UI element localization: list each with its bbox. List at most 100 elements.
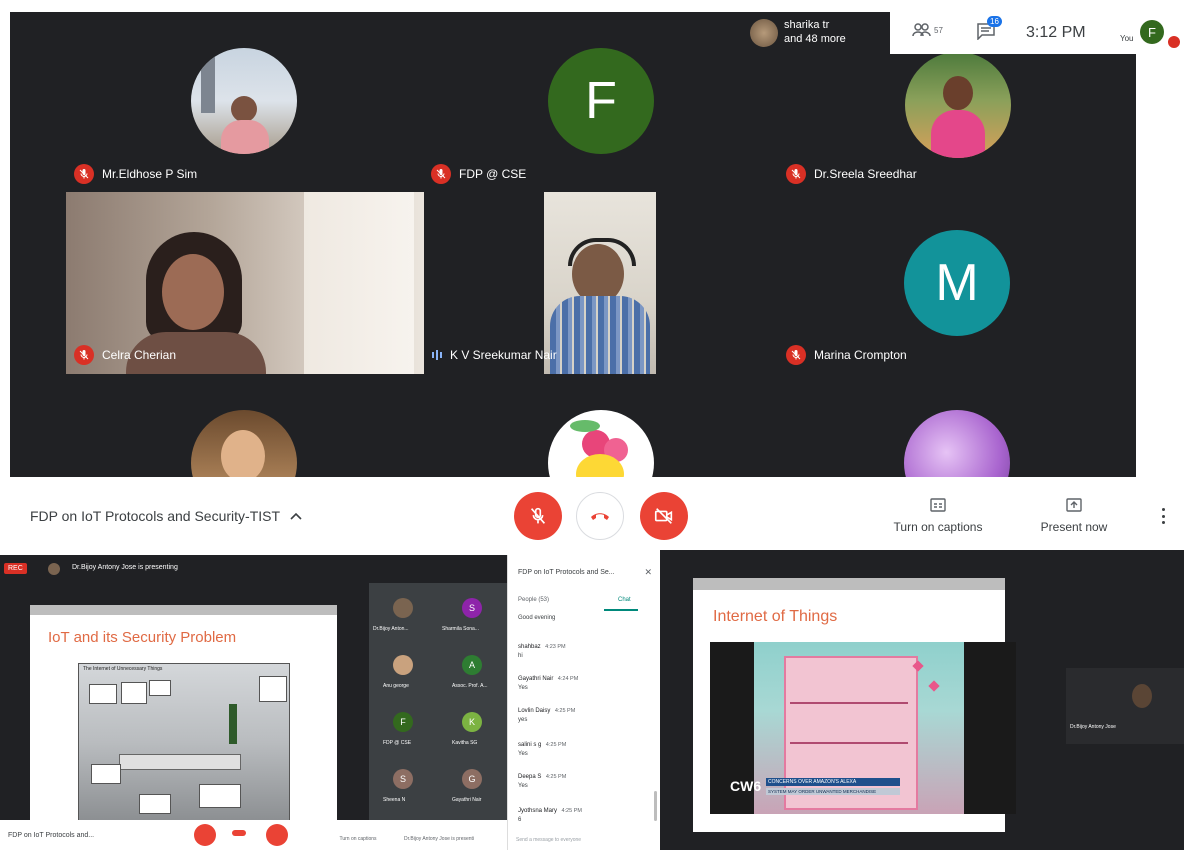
mini-camera-button[interactable] bbox=[266, 824, 288, 846]
top-right-status-bar: sharika tr and 48 more 57 16 3:12 PM You… bbox=[742, 12, 1184, 54]
chat-scrollbar[interactable] bbox=[654, 791, 657, 821]
chat-message: Gayathri Nair 4:24 PM Yes bbox=[518, 676, 579, 691]
close-icon[interactable]: ✕ bbox=[644, 567, 652, 578]
side-participant[interactable]: A Assoc. Prof. A... bbox=[438, 647, 507, 702]
side-participant[interactable]: F FDP @ CSE bbox=[369, 704, 438, 759]
avatar bbox=[1132, 684, 1152, 708]
speaking-indicator-icon bbox=[432, 350, 442, 360]
mini-meeting-title[interactable]: FDP on IoT Protocols and... bbox=[8, 832, 94, 839]
turn-on-camera-button[interactable] bbox=[640, 492, 688, 540]
participant-tile[interactable]: F FDP @ CSE bbox=[425, 12, 780, 192]
avatar: A bbox=[462, 655, 482, 675]
meeting-video-grid: Mr.Eldhose P Sim F FDP @ CSE Dr.Sreela S… bbox=[10, 12, 1136, 477]
participant-tile[interactable]: Mr.Eldhose P Sim bbox=[70, 12, 425, 192]
side-participant[interactable]: S Sheena N bbox=[369, 761, 438, 816]
avatar bbox=[393, 655, 413, 675]
tab-chat[interactable]: Chat bbox=[618, 597, 631, 603]
slide-title: Internet of Things bbox=[713, 608, 838, 625]
side-participant[interactable]: Anu george bbox=[369, 647, 438, 702]
side-participant-list: Dr.Bijoy Anton... S Sharmila Sona... Anu… bbox=[369, 590, 507, 820]
avatar: F bbox=[393, 712, 413, 732]
participant-name-row: Celra Cherian bbox=[74, 345, 176, 365]
mic-off-icon bbox=[786, 164, 806, 184]
mini-leave-call-button[interactable] bbox=[232, 830, 246, 836]
self-mic-off-icon bbox=[1168, 36, 1180, 48]
chat-badge: 16 bbox=[987, 16, 1002, 27]
side-participant-name: Gayathri Nair bbox=[452, 797, 482, 803]
avatar bbox=[393, 598, 413, 618]
slide-caption: The Internet of Unnecessary Things bbox=[83, 666, 163, 672]
participant-name: Marina Crompton bbox=[814, 348, 907, 362]
meeting-details-button[interactable]: FDP on IoT Protocols and Security-TIST bbox=[30, 508, 302, 524]
avatar: K bbox=[462, 712, 482, 732]
side-participant[interactable]: S Sharmila Sona... bbox=[438, 590, 507, 645]
hang-up-icon bbox=[591, 513, 609, 520]
side-participant[interactable]: Dr.Bijoy Anton... bbox=[369, 590, 438, 645]
recording-badge: REC bbox=[4, 563, 27, 574]
mini-present-label[interactable]: Dr.Bijoy Antony Jose is presenting bbox=[404, 836, 474, 842]
mini-unmute-button[interactable] bbox=[194, 824, 216, 846]
presentation-screenshot-2: Internet of Things CW6 CONCERNS OVER AMA… bbox=[660, 550, 1184, 850]
chat-input[interactable]: Send a message to everyone bbox=[516, 837, 581, 843]
chat-message: Jyothsna Mary 4:25 PM 6 bbox=[518, 808, 582, 823]
mic-off-icon bbox=[74, 164, 94, 184]
mini-captions-label[interactable]: Turn on captions bbox=[334, 836, 382, 842]
people-icon bbox=[912, 23, 931, 37]
more-options-button[interactable] bbox=[1160, 508, 1166, 524]
unmute-button[interactable] bbox=[514, 492, 562, 540]
participant-name: Dr.Sreela Sreedhar bbox=[814, 167, 917, 181]
presenting-text: Dr.Bijoy Antony Jose is presenting bbox=[72, 564, 178, 571]
participant-name: K V Sreekumar Nair bbox=[450, 348, 557, 362]
participant-avatar[interactable] bbox=[191, 410, 297, 477]
chat-message: salini s g 4:25 PM Yes bbox=[518, 742, 567, 757]
tab-people[interactable]: People (53) bbox=[518, 597, 549, 603]
side-participant-name: Sharmila Sona... bbox=[442, 626, 479, 632]
participant-name-row: K V Sreekumar Nair bbox=[432, 348, 557, 362]
side-participant-name: Kavitha SG bbox=[452, 740, 478, 746]
avatar: S bbox=[393, 769, 413, 789]
leave-call-button[interactable] bbox=[576, 492, 624, 540]
meeting-control-bar: FDP on IoT Protocols and Security-TIST T… bbox=[10, 480, 1184, 558]
participant-name-row: Dr.Sreela Sreedhar bbox=[786, 164, 917, 184]
side-participant-name: Dr.Bijoy Anton... bbox=[373, 626, 409, 632]
participant-avatar bbox=[191, 48, 297, 154]
chat-button[interactable]: 16 bbox=[976, 16, 1002, 45]
presenter-name: Dr.Bijoy Antony Jose bbox=[1070, 724, 1116, 730]
chat-panel: FDP on IoT Protocols and Se... ✕ People … bbox=[507, 555, 660, 850]
side-participant[interactable]: K Kavitha SG bbox=[438, 704, 507, 759]
participant-tile[interactable]: K V Sreekumar Nair bbox=[424, 192, 780, 374]
participant-avatar[interactable] bbox=[548, 410, 654, 477]
presentation-slide: Internet of Things CW6 CONCERNS OVER AMA… bbox=[693, 578, 1016, 832]
side-participant[interactable]: G Gayathri Nair bbox=[438, 761, 507, 816]
participant-tile[interactable]: M Marina Crompton bbox=[780, 192, 1136, 374]
participant-name: FDP @ CSE bbox=[459, 167, 527, 181]
self-label: You bbox=[1120, 34, 1134, 43]
chat-message: Lovlin Daisy 4:25 PM yes bbox=[518, 708, 576, 723]
presenter-video-tile[interactable]: Dr.Bijoy Antony Jose bbox=[1066, 668, 1184, 744]
avatar: G bbox=[462, 769, 482, 789]
camera-off-icon bbox=[654, 508, 673, 524]
participant-video-feed[interactable]: Celra Cherian bbox=[66, 192, 424, 374]
participant-initial-avatar: M bbox=[904, 230, 1010, 336]
channel-logo: CW6 bbox=[730, 778, 762, 794]
participant-name-row: FDP @ CSE bbox=[431, 164, 526, 184]
participant-name-row: Marina Crompton bbox=[786, 345, 907, 365]
others-more-text: and 48 more bbox=[784, 33, 846, 45]
people-button[interactable]: 57 bbox=[912, 22, 943, 38]
captions-label: Turn on captions bbox=[893, 520, 983, 534]
participant-name: Mr.Eldhose P Sim bbox=[102, 167, 198, 181]
people-count: 57 bbox=[934, 25, 943, 35]
participant-name: Celra Cherian bbox=[102, 348, 177, 362]
participant-avatar[interactable] bbox=[904, 410, 1010, 477]
avatar: S bbox=[462, 598, 482, 618]
slide-video[interactable]: CW6 CONCERNS OVER AMAZON'S ALEXA SYSTEM … bbox=[710, 642, 1016, 814]
self-avatar[interactable]: F bbox=[1140, 20, 1164, 44]
mini-control-bar: FDP on IoT Protocols and... Turn on capt… bbox=[0, 820, 507, 850]
chat-message: shahbaz 4:23 PM hi bbox=[518, 644, 566, 659]
others-indicator[interactable]: sharika tr and 48 more bbox=[742, 12, 890, 54]
clock: 3:12 PM bbox=[1026, 24, 1086, 41]
slide-comic-image: The Internet of Unnecessary Things bbox=[78, 663, 290, 822]
side-participant-name: Sheena N bbox=[383, 797, 406, 803]
video-headline: CONCERNS OVER AMAZON'S ALEXA bbox=[766, 778, 900, 786]
participant-initial-avatar: F bbox=[548, 48, 654, 154]
